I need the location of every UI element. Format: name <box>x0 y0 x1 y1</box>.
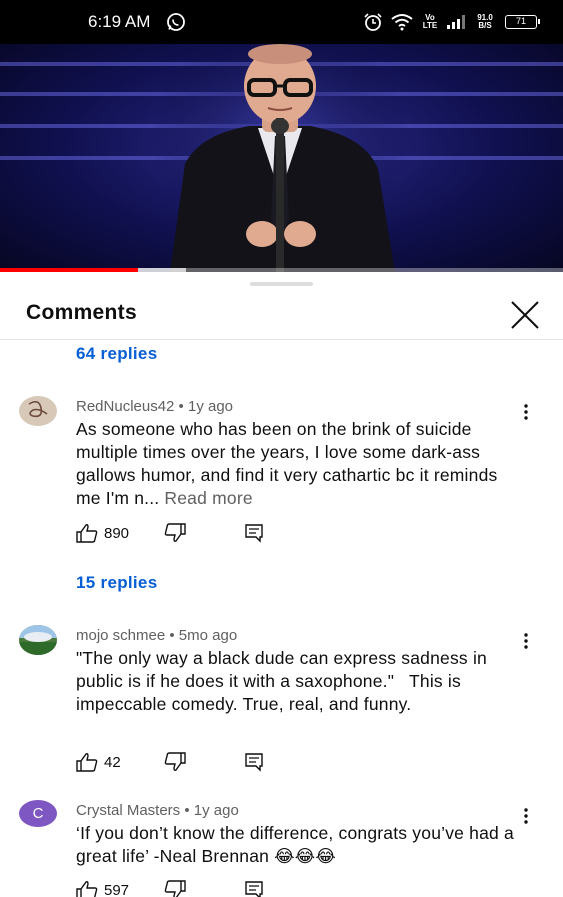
reply-button[interactable] <box>244 880 264 897</box>
thumbs-down-icon <box>164 523 186 542</box>
thumbs-down-icon <box>164 752 186 771</box>
reply-button[interactable] <box>244 523 264 543</box>
more-options-icon[interactable] <box>516 402 536 422</box>
video-frame-performer <box>150 44 410 272</box>
avatar[interactable]: C <box>19 800 57 827</box>
close-icon[interactable] <box>509 299 541 331</box>
thumbs-up-icon <box>76 753 98 772</box>
more-options-icon[interactable] <box>516 631 536 651</box>
reply-comment-icon <box>245 881 263 897</box>
comments-title: Comments <box>26 301 137 324</box>
comment-author-meta[interactable]: RedNucleus42 • 1y ago <box>76 398 233 415</box>
comment-body-text: As someone who has been on the brink of … <box>76 419 498 508</box>
alarm-icon <box>364 13 382 31</box>
battery-indicator: 71 <box>505 15 540 29</box>
reply-button[interactable] <box>244 752 264 772</box>
header-divider <box>0 339 563 340</box>
like-button[interactable]: 890 <box>76 523 129 543</box>
like-count: 42 <box>104 753 121 771</box>
comment-text: As someone who has been on the brink of … <box>76 418 526 510</box>
thumbs-up-icon <box>76 881 98 897</box>
dislike-button[interactable] <box>164 523 186 543</box>
signal-icon <box>447 15 465 29</box>
video-player[interactable] <box>0 44 563 272</box>
avatar[interactable] <box>19 625 57 655</box>
dislike-button[interactable] <box>164 752 186 772</box>
comment-text: ‘If you don’t know the difference, congr… <box>76 823 514 866</box>
like-count: 597 <box>104 881 130 897</box>
status-icons: Vo LTE 91.0 B/S 71 <box>363 10 540 34</box>
view-replies-link[interactable]: 15 replies <box>76 573 157 593</box>
avatar-landscape-icon <box>19 625 57 655</box>
network-speed: 91.0 B/S <box>477 13 493 30</box>
avatar[interactable] <box>19 396 57 426</box>
drag-handle[interactable] <box>250 282 313 286</box>
comment-text: "The only way a black dude can express s… <box>76 648 493 714</box>
volte-indicator: Vo LTE <box>422 13 438 30</box>
like-button[interactable]: 597 <box>76 880 129 897</box>
whatsapp-icon <box>167 13 185 31</box>
comment-author-meta[interactable]: mojo schmee • 5mo ago <box>76 627 237 644</box>
avatar-pattern-icon <box>19 396 57 426</box>
read-more-link[interactable]: Read more <box>164 488 252 508</box>
view-replies-link[interactable]: 64 replies <box>76 344 157 364</box>
more-options-icon[interactable] <box>516 806 536 826</box>
reply-comment-icon <box>245 524 263 543</box>
like-count: 890 <box>104 524 130 542</box>
comments-panel: Comments 64 replies RedNucleus42 • 1y ag… <box>0 272 563 897</box>
wifi-icon <box>391 14 413 31</box>
dislike-button[interactable] <box>164 880 186 897</box>
comment-author-meta[interactable]: Crystal Masters • 1y ago <box>76 802 239 819</box>
status-bar: 6:19 AM Vo LTE 91.0 B/S 71 <box>0 0 563 44</box>
status-time: 6:19 AM <box>88 12 151 31</box>
thumbs-down-icon <box>164 880 186 897</box>
like-button[interactable]: 42 <box>76 752 121 772</box>
reply-comment-icon <box>245 753 263 772</box>
thumbs-up-icon <box>76 524 98 543</box>
